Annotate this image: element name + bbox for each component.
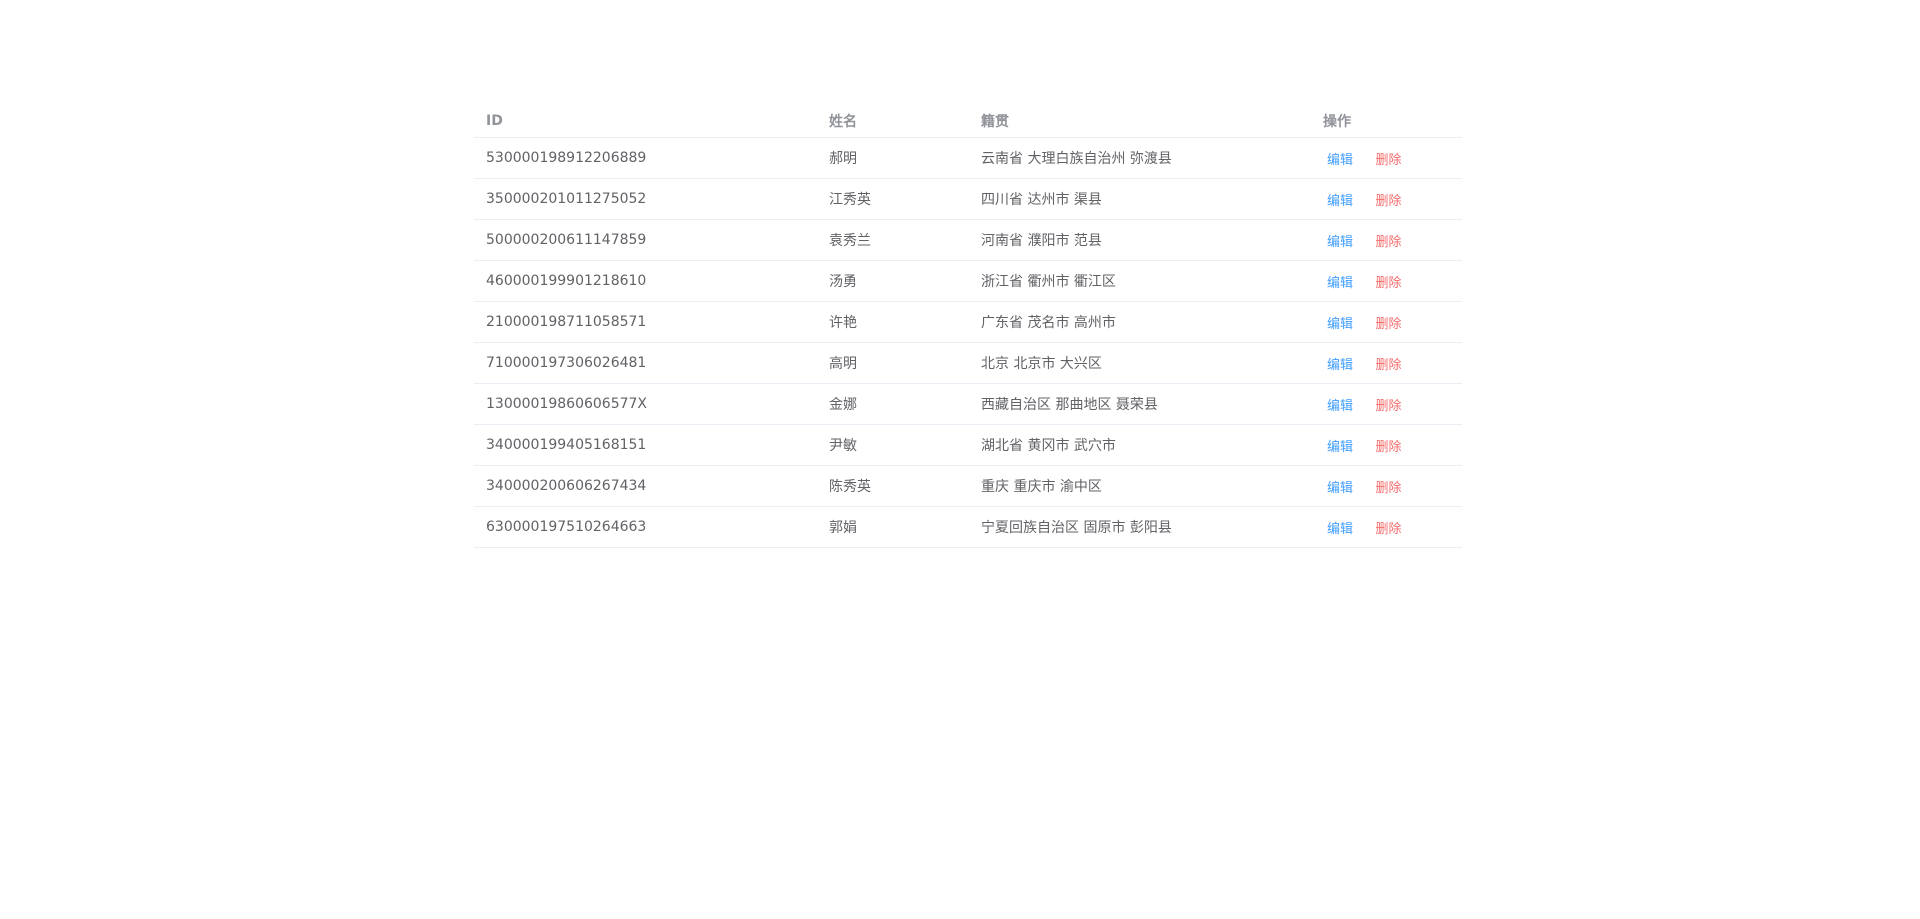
cell-name: 金娜: [817, 383, 969, 425]
cell-origin: 宁夏回族自治区 固原市 彭阳县: [969, 506, 1311, 548]
cell-ops: 编辑 删除: [1311, 465, 1462, 507]
people-table-container: ID 姓名 籍贯 操作 530000198912206889 郝明 云南省 大理…: [474, 105, 1462, 548]
cell-name: 袁秀兰: [817, 219, 969, 261]
table-row-8: 340000199405168151 尹敏 湖北省 黄冈市 武穴市 编辑 删除: [474, 424, 1462, 466]
edit-button[interactable]: 编辑: [1323, 231, 1357, 250]
cell-name: 陈秀英: [817, 465, 969, 507]
table-body: 530000198912206889 郝明 云南省 大理白族自治州 弥渡县 编辑…: [474, 137, 1462, 548]
cell-name: 尹敏: [817, 424, 969, 466]
edit-button[interactable]: 编辑: [1323, 477, 1357, 496]
delete-button[interactable]: 删除: [1371, 149, 1405, 168]
delete-button[interactable]: 删除: [1371, 477, 1405, 496]
table-row-7: 13000019860606577X 金娜 西藏自治区 那曲地区 聂荣县 编辑 …: [474, 383, 1462, 425]
cell-ops: 编辑 删除: [1311, 424, 1462, 466]
page: ID 姓名 籍贯 操作 530000198912206889 郝明 云南省 大理…: [0, 0, 1920, 919]
cell-ops: 编辑 删除: [1311, 506, 1462, 548]
table-row-5: 210000198711058571 许艳 广东省 茂名市 高州市 编辑 删除: [474, 301, 1462, 343]
table-row-10: 630000197510264663 郭娟 宁夏回族自治区 固原市 彭阳县 编辑…: [474, 506, 1462, 548]
cell-ops: 编辑 删除: [1311, 178, 1462, 220]
delete-button[interactable]: 删除: [1371, 518, 1405, 537]
delete-button[interactable]: 删除: [1371, 190, 1405, 209]
delete-button[interactable]: 删除: [1371, 436, 1405, 455]
column-header-id: ID: [474, 105, 817, 138]
cell-ops: 编辑 删除: [1311, 219, 1462, 261]
cell-id: 500000200611147859: [474, 219, 817, 261]
column-header-ops: 操作: [1311, 105, 1462, 138]
table-row-9: 340000200606267434 陈秀英 重庆 重庆市 渝中区 编辑 删除: [474, 465, 1462, 507]
table-row-1: 530000198912206889 郝明 云南省 大理白族自治州 弥渡县 编辑…: [474, 137, 1462, 179]
edit-button[interactable]: 编辑: [1323, 395, 1357, 414]
cell-ops: 编辑 删除: [1311, 137, 1462, 179]
table-row-2: 350000201011275052 江秀英 四川省 达州市 渠县 编辑 删除: [474, 178, 1462, 220]
cell-ops: 编辑 删除: [1311, 342, 1462, 384]
cell-name: 高明: [817, 342, 969, 384]
cell-origin: 重庆 重庆市 渝中区: [969, 465, 1311, 507]
cell-name: 郝明: [817, 137, 969, 179]
cell-id: 530000198912206889: [474, 137, 817, 179]
cell-origin: 西藏自治区 那曲地区 聂荣县: [969, 383, 1311, 425]
cell-ops: 编辑 删除: [1311, 301, 1462, 343]
cell-name: 江秀英: [817, 178, 969, 220]
edit-button[interactable]: 编辑: [1323, 313, 1357, 332]
cell-id: 630000197510264663: [474, 506, 817, 548]
edit-button[interactable]: 编辑: [1323, 436, 1357, 455]
cell-ops: 编辑 删除: [1311, 260, 1462, 302]
cell-name: 郭娟: [817, 506, 969, 548]
column-header-name: 姓名: [817, 105, 969, 138]
cell-id: 340000199405168151: [474, 424, 817, 466]
table-header: ID 姓名 籍贯 操作: [474, 105, 1462, 138]
cell-origin: 云南省 大理白族自治州 弥渡县: [969, 137, 1311, 179]
cell-origin: 浙江省 衢州市 衢江区: [969, 260, 1311, 302]
cell-origin: 北京 北京市 大兴区: [969, 342, 1311, 384]
table-header-row: ID 姓名 籍贯 操作: [474, 105, 1462, 138]
edit-button[interactable]: 编辑: [1323, 149, 1357, 168]
cell-id: 210000198711058571: [474, 301, 817, 343]
delete-button[interactable]: 删除: [1371, 354, 1405, 373]
cell-id: 340000200606267434: [474, 465, 817, 507]
delete-button[interactable]: 删除: [1371, 395, 1405, 414]
cell-id: 350000201011275052: [474, 178, 817, 220]
delete-button[interactable]: 删除: [1371, 272, 1405, 291]
cell-origin: 湖北省 黄冈市 武穴市: [969, 424, 1311, 466]
edit-button[interactable]: 编辑: [1323, 518, 1357, 537]
cell-name: 许艳: [817, 301, 969, 343]
edit-button[interactable]: 编辑: [1323, 354, 1357, 373]
delete-button[interactable]: 删除: [1371, 313, 1405, 332]
table-row-6: 710000197306026481 高明 北京 北京市 大兴区 编辑 删除: [474, 342, 1462, 384]
cell-name: 汤勇: [817, 260, 969, 302]
table-row-3: 500000200611147859 袁秀兰 河南省 濮阳市 范县 编辑 删除: [474, 219, 1462, 261]
column-header-origin: 籍贯: [969, 105, 1311, 138]
people-table: ID 姓名 籍贯 操作 530000198912206889 郝明 云南省 大理…: [474, 105, 1462, 548]
cell-ops: 编辑 删除: [1311, 383, 1462, 425]
delete-button[interactable]: 删除: [1371, 231, 1405, 250]
cell-origin: 河南省 濮阳市 范县: [969, 219, 1311, 261]
cell-origin: 广东省 茂名市 高州市: [969, 301, 1311, 343]
table-row-4: 460000199901218610 汤勇 浙江省 衢州市 衢江区 编辑 删除: [474, 260, 1462, 302]
cell-origin: 四川省 达州市 渠县: [969, 178, 1311, 220]
cell-id: 13000019860606577X: [474, 383, 817, 425]
edit-button[interactable]: 编辑: [1323, 190, 1357, 209]
cell-id: 460000199901218610: [474, 260, 817, 302]
cell-id: 710000197306026481: [474, 342, 817, 384]
edit-button[interactable]: 编辑: [1323, 272, 1357, 291]
